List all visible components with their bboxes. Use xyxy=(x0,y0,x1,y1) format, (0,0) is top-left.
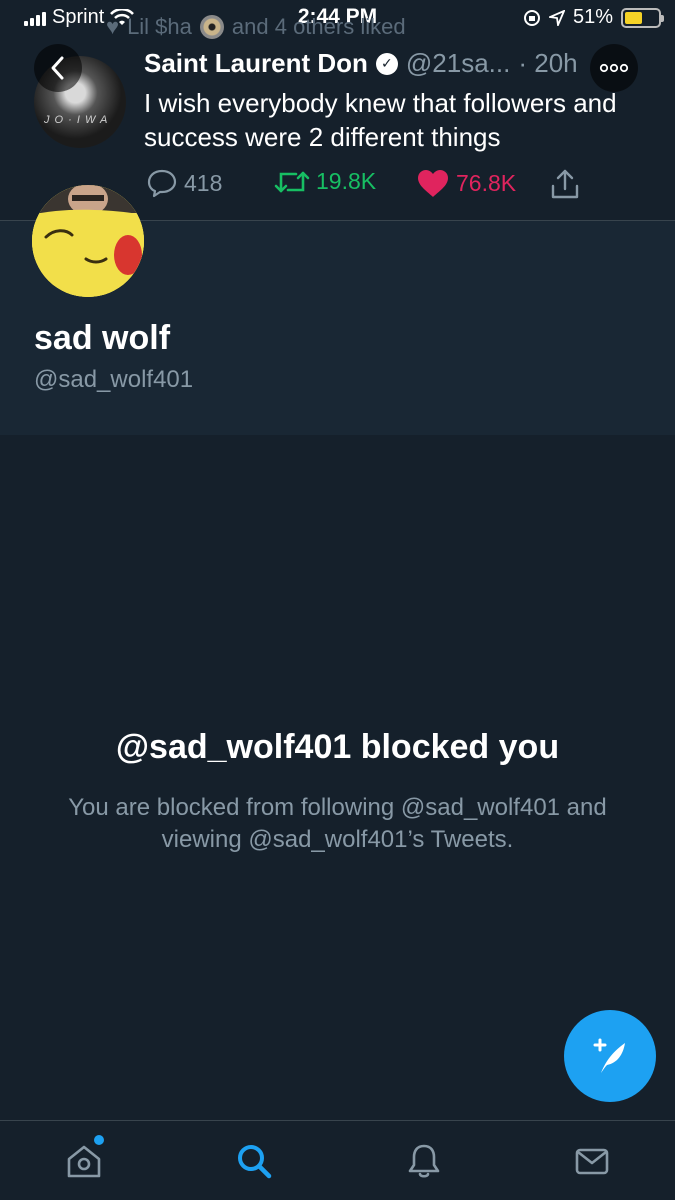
retweet-button[interactable]: 19.8K xyxy=(274,168,376,195)
liked-by-others: and 4 others liked xyxy=(231,14,406,39)
blocked-description: You are blocked from following @sad_wolf… xyxy=(68,794,607,853)
blocked-title: @sad_wolf401 blocked you xyxy=(115,728,560,766)
chevron-left-icon xyxy=(51,56,64,80)
tweet-author-name[interactable]: Saint Laurent Don xyxy=(144,48,368,79)
more-dots-icon xyxy=(599,63,629,73)
tweet-author-row: Saint Laurent Don ✓ @21sa... · 20h xyxy=(144,48,578,79)
bottom-tab-bar xyxy=(0,1120,675,1200)
cd-emoji-icon xyxy=(199,15,224,39)
battery-icon xyxy=(621,7,664,28)
verified-badge-icon: ✓ xyxy=(375,52,398,75)
social-context: ♥ Lil $ha and 4 others liked xyxy=(106,14,406,40)
compose-tweet-button[interactable] xyxy=(564,1010,656,1102)
liked-by-name: Lil $ha xyxy=(127,14,192,39)
like-count: 76.8K xyxy=(456,169,517,196)
like-button[interactable]: 76.8K xyxy=(416,168,516,198)
bell-icon xyxy=(408,1144,440,1178)
profile-handle: @sad_wolf401 xyxy=(34,366,194,393)
more-button[interactable] xyxy=(590,44,638,92)
reply-button[interactable]: 418 xyxy=(146,168,222,198)
rotation-lock-icon xyxy=(523,9,540,26)
avatar-caption: J O · I W A xyxy=(44,114,109,126)
status-right: 51% xyxy=(523,6,664,29)
tab-home[interactable] xyxy=(62,1135,106,1183)
home-icon xyxy=(67,1145,101,1178)
pikachu-avatar-image xyxy=(32,185,144,297)
tweet-author-handle[interactable]: @21sa... xyxy=(406,48,510,79)
compose-quill-icon xyxy=(593,1038,625,1073)
tweet-actions: 418 19.8K 76.8K xyxy=(146,168,606,202)
tweet-time: · 20h xyxy=(518,48,578,78)
tab-notifications[interactable] xyxy=(402,1139,446,1183)
heart-icon xyxy=(418,170,448,197)
tweet-text[interactable]: I wish everybody knew that followers and… xyxy=(144,86,634,154)
back-button[interactable] xyxy=(34,44,82,92)
reply-count: 418 xyxy=(184,169,223,196)
search-icon xyxy=(238,1145,272,1179)
tab-search[interactable] xyxy=(232,1139,276,1183)
retweet-icon xyxy=(274,171,310,192)
profile-avatar[interactable] xyxy=(32,185,144,297)
home-new-dot xyxy=(94,1135,104,1145)
share-icon xyxy=(551,169,579,199)
liked-heart-icon: ♥ xyxy=(106,14,120,39)
profile-name: sad wolf xyxy=(34,319,171,357)
retweet-count: 19.8K xyxy=(316,168,377,194)
share-button[interactable] xyxy=(550,168,580,200)
tab-messages[interactable] xyxy=(570,1139,614,1183)
location-icon xyxy=(548,9,565,26)
envelope-icon xyxy=(575,1148,609,1175)
battery-percent: 51% xyxy=(572,6,613,28)
profile-section: sad wolf @sad_wolf401 xyxy=(0,185,675,435)
reply-bubble-icon xyxy=(147,169,177,198)
